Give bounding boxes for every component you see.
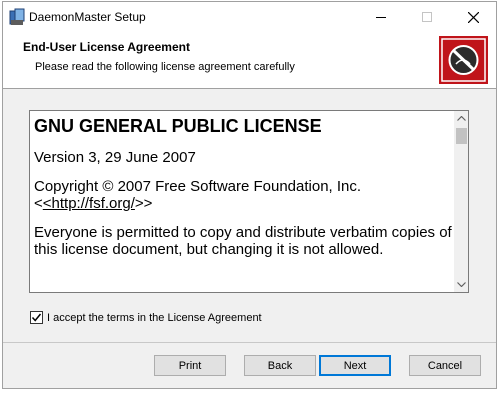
link-suffix: >> (134, 195, 153, 212)
accept-terms-row[interactable]: I accept the terms in the License Agreem… (30, 311, 262, 324)
page-subtitle: Please read the following license agreem… (35, 61, 295, 73)
close-icon (467, 11, 479, 23)
vertical-scrollbar[interactable] (454, 111, 468, 292)
license-version: Version 3, 29 June 2007 (34, 149, 196, 166)
license-copyright: Copyright © 2007 Free Software Foundatio… (34, 178, 452, 212)
maximize-icon (422, 12, 432, 22)
scrollbar-thumb[interactable] (456, 128, 467, 144)
license-content: GNU GENERAL PUBLIC LICENSE Version 3, 29… (34, 115, 452, 258)
license-paragraph: Everyone is permitted to copy and distri… (34, 224, 452, 258)
accept-terms-checkbox[interactable] (30, 311, 43, 324)
window-title: DaemonMaster Setup (29, 10, 146, 24)
minimize-icon (376, 17, 386, 18)
header-banner: End-User License Agreement Please read t… (3, 32, 496, 89)
scroll-up-arrow-icon[interactable] (454, 111, 468, 126)
checkmark-icon (31, 313, 42, 322)
license-copyright-text: Copyright © 2007 Free Software Foundatio… (34, 178, 362, 195)
link-prefix: < (34, 195, 43, 212)
cancel-button[interactable]: Cancel (409, 355, 481, 376)
back-button[interactable]: Back (244, 355, 316, 376)
next-button[interactable]: Next (319, 355, 391, 376)
fsf-link[interactable]: <http://fsf.org/ (43, 195, 135, 212)
footer-divider (3, 342, 496, 343)
close-button[interactable] (450, 2, 496, 32)
accept-terms-label[interactable]: I accept the terms in the License Agreem… (47, 312, 262, 324)
setup-window: DaemonMaster Setup End-User License Agre… (2, 1, 497, 389)
installer-icon (9, 8, 25, 26)
license-heading: GNU GENERAL PUBLIC LICENSE (34, 116, 322, 136)
title-bar[interactable]: DaemonMaster Setup (3, 2, 496, 32)
scroll-down-arrow-icon[interactable] (454, 277, 468, 292)
maximize-button[interactable] (404, 2, 450, 32)
license-text-box[interactable]: GNU GENERAL PUBLIC LICENSE Version 3, 29… (29, 110, 469, 293)
print-button[interactable]: Print (154, 355, 226, 376)
page-title: End-User License Agreement (23, 40, 190, 54)
daemonmaster-logo-icon (439, 36, 488, 84)
minimize-button[interactable] (358, 2, 404, 32)
